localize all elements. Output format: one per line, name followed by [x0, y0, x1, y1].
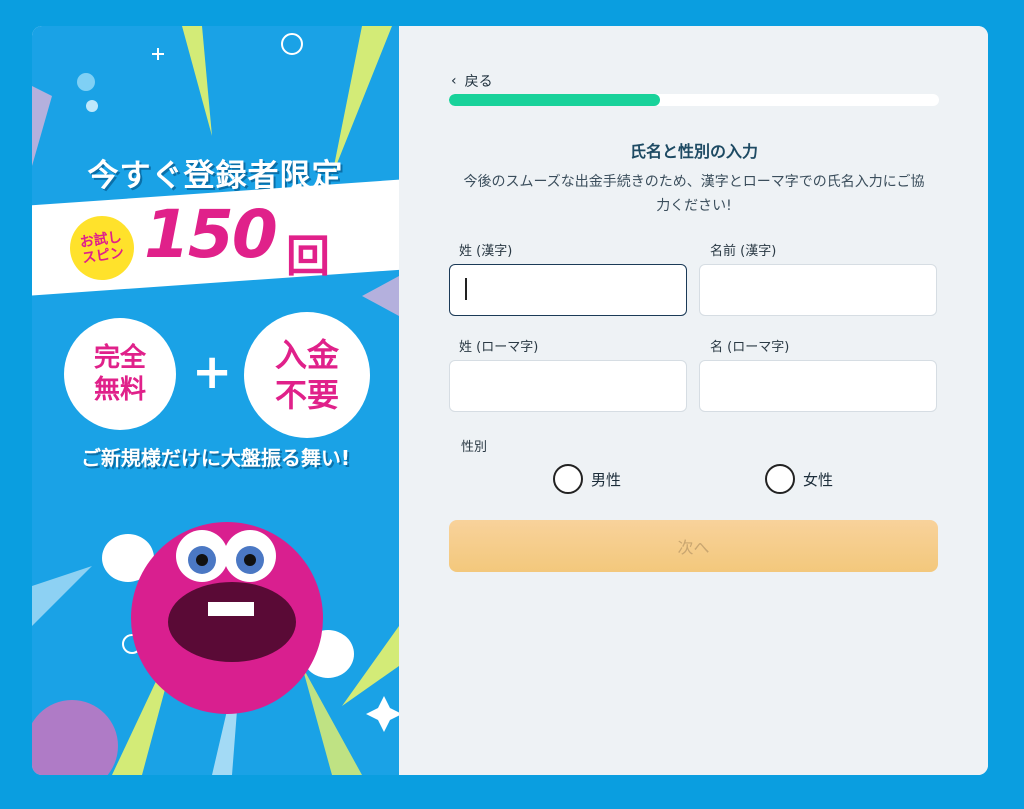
gender-label: 性別 — [461, 440, 488, 455]
gender-male-label: 男性 — [591, 470, 622, 489]
subtitle-line2: 力ください! — [656, 198, 732, 214]
first-name-roman-label: 名 (ローマ字) — [710, 340, 790, 355]
form-title: 氏名と性別の入力 — [629, 142, 758, 161]
first-name-kanji-input[interactable] — [699, 264, 937, 316]
spin-count: 150 — [144, 196, 278, 273]
gender-female-radio[interactable]: 女性 — [765, 464, 833, 494]
progress-bar — [449, 94, 939, 106]
back-link[interactable]: ‹ 戻る — [451, 71, 493, 91]
free-badge-line2: 無料 — [93, 375, 146, 405]
next-button[interactable]: 次へ — [449, 520, 938, 572]
first-name-roman-input[interactable] — [699, 360, 937, 412]
last-name-kanji-input[interactable] — [449, 264, 687, 316]
free-badge-line1: 完全 — [93, 343, 146, 373]
deposit-badge-line2: 不要 — [274, 376, 339, 414]
radio-circle-icon — [765, 464, 795, 494]
back-label: 戻る — [464, 74, 493, 90]
registration-modal: 今すぐ登録者限定 お試し スピン 150 回 完全 無料 + 入金 不要 ご新規… — [32, 26, 988, 775]
name-gender-form: ‹ 戻る 氏名と性別の入力 今後のスムーズな出金手続きのため、漢字とローマ字での… — [399, 26, 988, 775]
last-name-roman-input[interactable] — [449, 360, 687, 412]
text-caret — [465, 278, 467, 300]
first-name-kanji-label: 名前 (漢字) — [710, 244, 777, 259]
promo-tagline: ご新規様だけに大盤振る舞い! — [80, 446, 351, 470]
progress-fill — [449, 94, 660, 106]
subtitle-line1: 今後のスムーズな出金手続きのため、漢字とローマ字での氏名入力にご協 — [463, 174, 925, 190]
deposit-badge-line1: 入金 — [274, 336, 339, 374]
mascot-illustration — [102, 522, 354, 714]
chevron-left-icon: ‹ — [451, 73, 457, 89]
promo-banner: 今すぐ登録者限定 お試し スピン 150 回 完全 無料 + 入金 不要 ご新規… — [32, 26, 399, 775]
last-name-kanji-label: 姓 (漢字) — [459, 244, 513, 259]
last-name-roman-label: 姓 (ローマ字) — [459, 340, 539, 355]
gender-male-radio[interactable]: 男性 — [553, 464, 621, 494]
free-badge: 完全 無料 — [64, 318, 176, 430]
plus-sign: + — [192, 344, 233, 400]
no-deposit-badge: 入金 不要 — [244, 312, 370, 438]
spin-unit: 回 — [286, 231, 330, 282]
form-subtitle: 今後のスムーズな出金手続きのため、漢字とローマ字での氏名入力にご協 力ください! — [449, 170, 939, 218]
radio-circle-icon — [553, 464, 583, 494]
gender-female-label: 女性 — [803, 470, 834, 489]
